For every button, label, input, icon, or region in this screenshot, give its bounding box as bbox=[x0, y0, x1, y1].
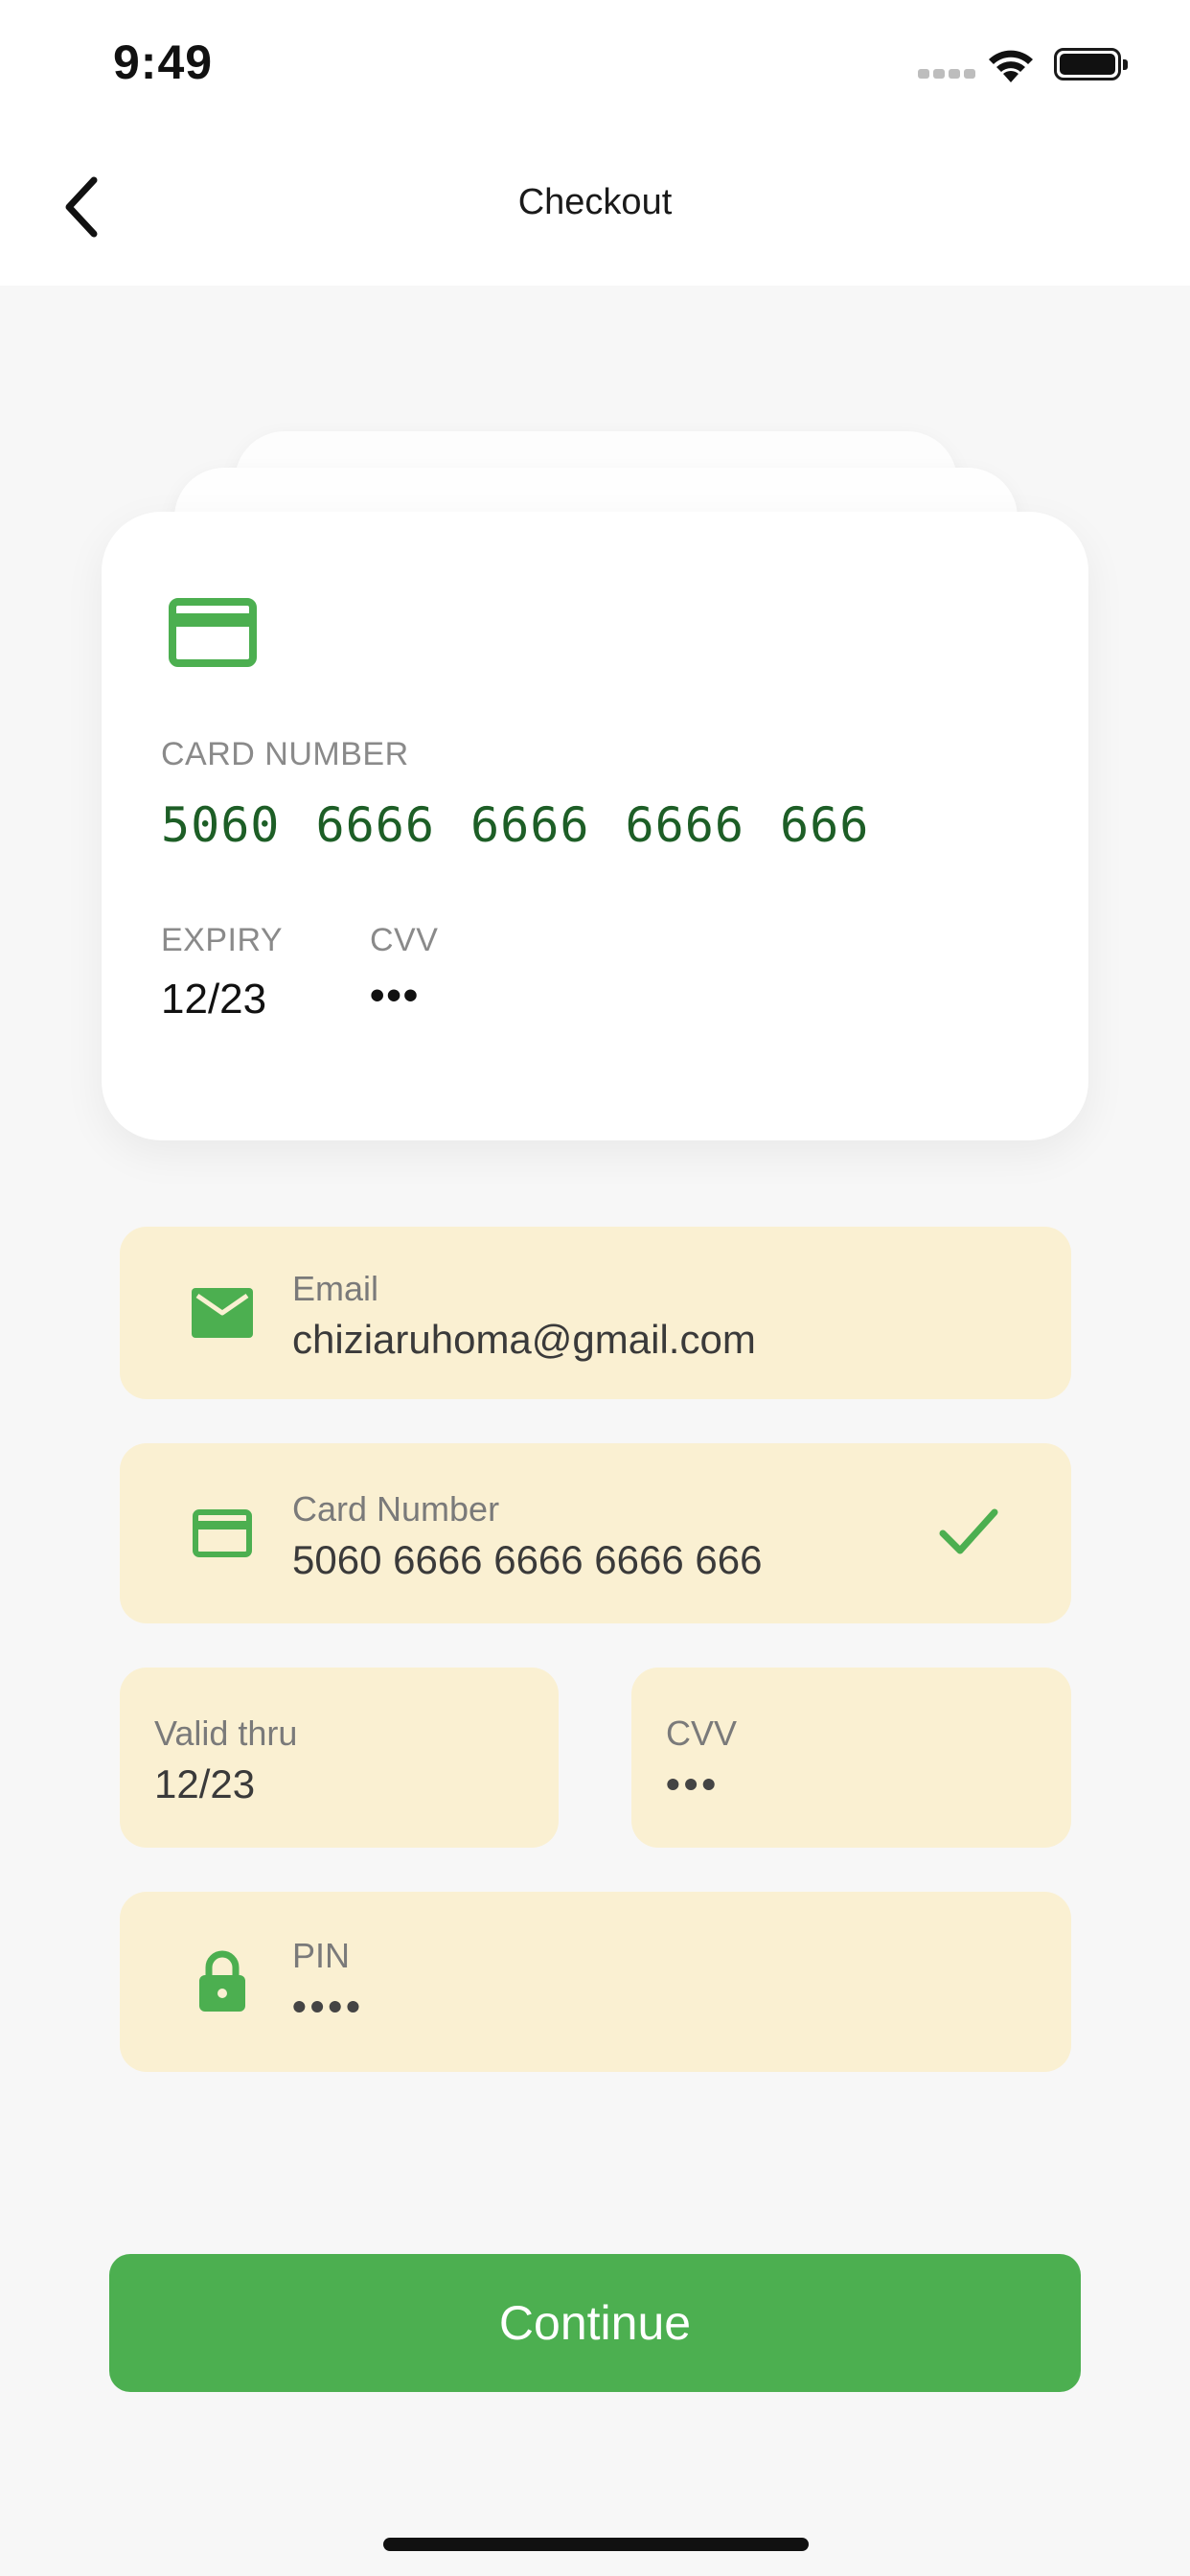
pin-label: PIN bbox=[292, 1936, 351, 1975]
pin-field[interactable]: PIN •••• bbox=[120, 1892, 1071, 2072]
card-preview: CARD NUMBER 5060 6666 6666 6666 666 EXPI… bbox=[102, 512, 1088, 1140]
mail-icon bbox=[192, 1282, 253, 1344]
lock-icon bbox=[192, 1950, 253, 2012]
cellular-signal-icon bbox=[918, 69, 975, 79]
battery-icon bbox=[1054, 48, 1128, 80]
credit-card-icon bbox=[169, 598, 257, 667]
valid-thru-value: 12/23 bbox=[154, 1761, 256, 1806]
page-title: Checkout bbox=[517, 182, 673, 222]
card-number-field[interactable]: Card Number 5060 6666 6666 6666 666 bbox=[120, 1443, 1071, 1623]
card-number-value: 5060 6666 6666 6666 666 bbox=[292, 1537, 763, 1582]
status-time: 9:49 bbox=[113, 35, 214, 89]
cvv-label: CVV bbox=[666, 1714, 738, 1753]
valid-thru-label: Valid thru bbox=[154, 1714, 298, 1753]
email-label: Email bbox=[292, 1269, 379, 1308]
home-indicator[interactable] bbox=[383, 2538, 809, 2551]
pin-value: •••• bbox=[292, 1984, 364, 2029]
email-field[interactable]: Email chiziaruhoma@gmail.com bbox=[120, 1227, 1071, 1399]
cvv-value: ••• bbox=[370, 972, 421, 1019]
continue-button[interactable]: Continue bbox=[109, 2254, 1081, 2392]
email-value: chiziaruhoma@gmail.com bbox=[292, 1317, 756, 1362]
cvv-field[interactable]: CVV ••• bbox=[631, 1668, 1071, 1848]
wifi-icon bbox=[989, 50, 1033, 82]
expiry-value: 12/23 bbox=[161, 976, 267, 1023]
valid-thru-field[interactable]: Valid thru 12/23 bbox=[120, 1668, 559, 1848]
cvv-value: ••• bbox=[666, 1761, 721, 1806]
check-icon bbox=[939, 1508, 998, 1554]
card-number-display: 5060 6666 6666 6666 666 bbox=[161, 797, 870, 853]
expiry-label: EXPIRY bbox=[161, 922, 284, 958]
card-number-label: Card Number bbox=[292, 1489, 500, 1529]
card-number-label: CARD NUMBER bbox=[161, 736, 409, 772]
cvv-label: CVV bbox=[370, 922, 439, 958]
credit-card-icon bbox=[192, 1503, 253, 1564]
